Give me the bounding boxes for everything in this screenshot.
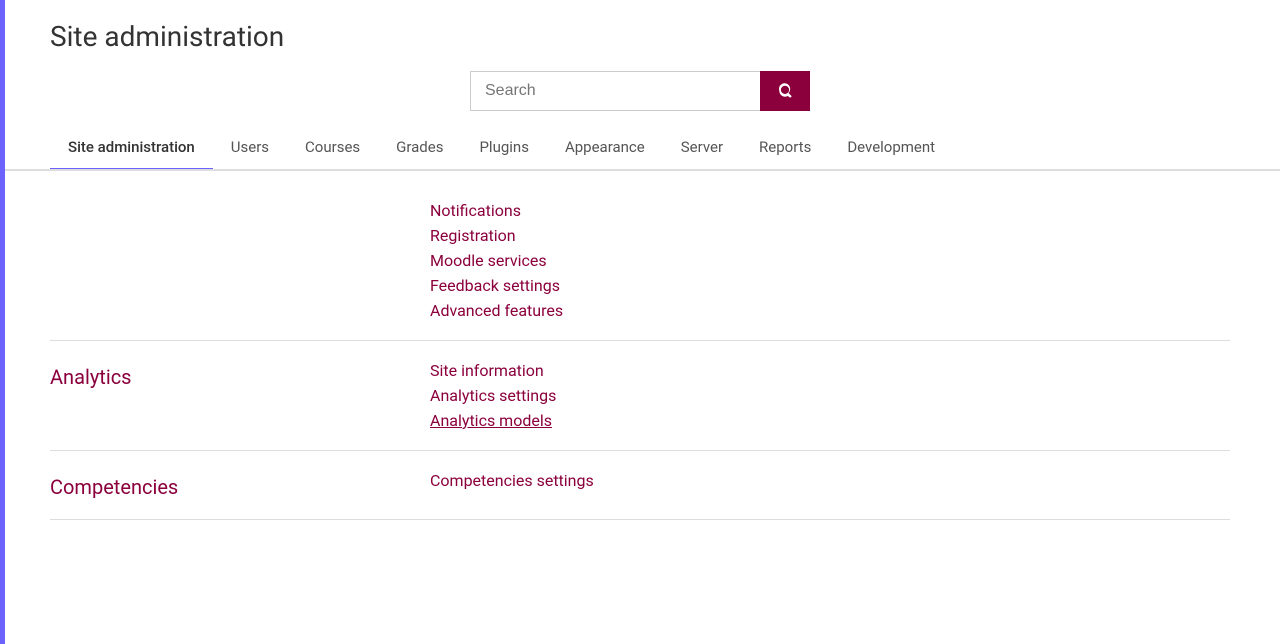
section-competencies: CompetenciesCompetencies settings: [50, 451, 1230, 520]
section-analytics: AnalyticsSite information Analytics setti…: [50, 341, 1230, 451]
section-links-analytics: Site information Analytics settings Analyt…: [430, 361, 556, 430]
link-notifications[interactable]: Notifications: [430, 201, 563, 220]
page-title: Site administration: [50, 20, 1230, 53]
search-container: [50, 71, 1230, 111]
section-links-competencies: Competencies settings: [430, 471, 594, 499]
section-title-analytics: Analytics: [50, 361, 430, 430]
main-content: Notifications Registration Moodle services…: [0, 171, 1280, 530]
search-button[interactable]: [760, 71, 810, 111]
search-icon: [776, 82, 794, 100]
link-advanced-features[interactable]: Advanced features: [430, 301, 563, 320]
link-feedback-settings[interactable]: Feedback settings: [430, 276, 563, 295]
page-header: Site administration: [0, 0, 1280, 126]
link-analytics-models[interactable]: Analytics models: [430, 411, 556, 430]
link-registration[interactable]: Registration: [430, 226, 563, 245]
link-competencies-settings[interactable]: Competencies settings: [430, 471, 594, 490]
nav-tab-grades[interactable]: Grades: [378, 126, 461, 171]
section-site-admin-top: Notifications Registration Moodle services…: [50, 181, 1230, 341]
search-wrapper: [470, 71, 810, 111]
nav-tab-site-administration[interactable]: Site administration: [50, 126, 213, 171]
nav-tab-appearance[interactable]: Appearance: [547, 126, 663, 171]
link-site-information[interactable]: Site information: [430, 361, 556, 380]
link-analytics-settings[interactable]: Analytics settings: [430, 386, 556, 405]
nav-tab-reports[interactable]: Reports: [741, 126, 829, 171]
link-moodle-services[interactable]: Moodle services: [430, 251, 563, 270]
nav-tab-courses[interactable]: Courses: [287, 126, 378, 171]
nav-tab-users[interactable]: Users: [213, 126, 287, 171]
nav-tabs: Site administrationUsersCoursesGradesPlu…: [0, 126, 1280, 171]
left-accent-bar: [0, 0, 5, 644]
nav-tab-development[interactable]: Development: [829, 126, 953, 171]
nav-tab-server[interactable]: Server: [663, 126, 741, 171]
section-title-competencies: Competencies: [50, 471, 430, 499]
section-links-site-admin-top: Notifications Registration Moodle services…: [430, 201, 563, 320]
search-input[interactable]: [470, 71, 760, 111]
nav-tab-plugins[interactable]: Plugins: [461, 126, 546, 171]
